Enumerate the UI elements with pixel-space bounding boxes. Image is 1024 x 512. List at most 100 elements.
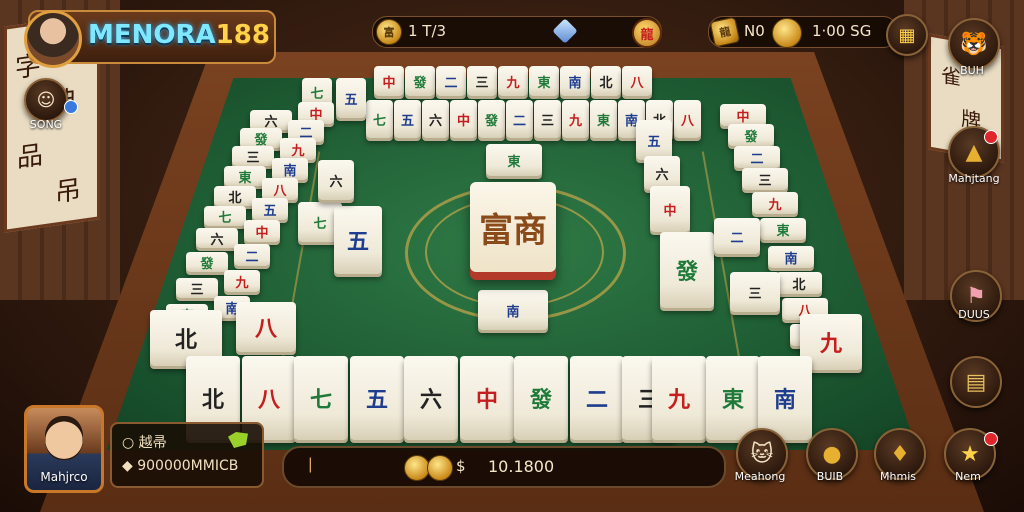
tile-glyph: 三 <box>475 75 489 91</box>
score-marker: ❘ <box>304 455 317 473</box>
tile-glyph: 二 <box>245 249 259 265</box>
mahjong-tile[interactable]: 六 <box>196 228 238 248</box>
currency-value: 1·00 SG <box>812 22 872 40</box>
mahjong-tile[interactable]: 東 <box>590 100 617 138</box>
mahjong-tile[interactable]: 八 <box>236 302 296 352</box>
mahjong-tile[interactable]: 中 <box>244 220 280 242</box>
score-coin-icon-2 <box>427 455 453 481</box>
center-dragon-tile[interactable]: 富商 <box>470 182 556 272</box>
mahjong-tile[interactable]: 南 <box>768 246 814 268</box>
score-value: 10.1800 <box>488 457 555 476</box>
mahjong-tile[interactable]: 南 <box>560 66 590 96</box>
mahjong-tile[interactable]: 七 <box>294 356 348 440</box>
notification-dot <box>984 130 998 144</box>
mahjong-tile[interactable]: 三 <box>534 100 561 138</box>
mahjong-tile[interactable]: 九 <box>562 100 589 138</box>
mahjong-tile[interactable]: 發 <box>478 100 505 138</box>
mahjong-tile[interactable]: 五 <box>394 100 421 138</box>
info-line-1: ○ 越帚 <box>122 435 167 451</box>
mahjong-tile[interactable]: 南 <box>272 158 308 180</box>
tile-glyph: 五 <box>344 92 358 108</box>
tile-glyph: 五 <box>263 203 277 219</box>
tile-glyph: 北 <box>792 277 806 293</box>
mahjong-tile[interactable]: 三 <box>467 66 497 96</box>
mahjong-tile[interactable]: 五 <box>252 198 288 220</box>
mahjong-tile[interactable]: 五 <box>636 120 672 160</box>
chip-icon <box>228 432 248 448</box>
mahjong-tile[interactable]: 三 <box>730 272 780 312</box>
mahjong-tile[interactable]: 九 <box>224 270 260 292</box>
bottom-label-3: Mhmis <box>880 470 916 483</box>
right-menu-button-1[interactable]: 🐯 <box>948 18 1000 70</box>
tile-glyph: 發 <box>529 387 552 413</box>
tile-glyph: 中 <box>255 225 269 241</box>
mahjong-tile[interactable]: 二 <box>506 100 533 138</box>
tile-glyph: 八 <box>254 316 277 342</box>
mahjong-tile[interactable]: 八 <box>262 178 298 200</box>
mahjong-tile[interactable]: 二 <box>436 66 466 96</box>
mahjong-tile[interactable]: 北 <box>214 186 256 206</box>
mahjong-tile[interactable]: 九 <box>752 192 798 214</box>
mahjong-tile[interactable]: 發 <box>186 252 228 272</box>
menu-button[interactable]: ▦ <box>886 14 928 56</box>
mahjong-tile[interactable]: 二 <box>714 218 760 254</box>
tile-glyph: 中 <box>456 113 470 129</box>
mahjong-tile[interactable]: 東 <box>486 144 542 176</box>
mahjong-tile[interactable]: 二 <box>570 356 624 440</box>
mahjong-tile[interactable]: 八 <box>622 66 652 96</box>
gold-ingot-icon: ▲ <box>965 139 983 165</box>
mahjong-tile[interactable]: 九 <box>498 66 528 96</box>
mahjong-tile[interactable]: 發 <box>514 356 568 440</box>
mahjong-tile[interactable]: 中 <box>460 356 514 440</box>
tile-glyph: 三 <box>246 150 260 166</box>
mahjong-tile[interactable]: 九 <box>280 138 316 160</box>
mahjong-tile[interactable]: 六 <box>318 160 354 200</box>
mahjong-tile[interactable]: 中 <box>374 66 404 96</box>
lucky-cat-icon: 🐱 <box>750 441 774 467</box>
mahjong-tile[interactable]: 發 <box>240 128 282 148</box>
tile-glyph: 中 <box>736 109 750 125</box>
mahjong-tile[interactable]: 五 <box>336 78 366 118</box>
mahjong-tile[interactable]: 六 <box>644 156 680 190</box>
mahjong-tile[interactable]: 九 <box>652 356 706 440</box>
mahjong-tile[interactable]: 南 <box>478 290 548 330</box>
tile-glyph: 九 <box>819 331 842 357</box>
mahjong-tile[interactable]: 北 <box>591 66 621 96</box>
mahjong-tile[interactable]: 七 <box>366 100 393 138</box>
mahjong-tile[interactable]: 二 <box>234 244 270 266</box>
mahjong-tile[interactable]: 發 <box>405 66 435 96</box>
tile-glyph: 八 <box>257 387 280 413</box>
mahjong-tile[interactable]: 東 <box>529 66 559 96</box>
tile-glyph: 東 <box>776 223 790 239</box>
mahjong-tile[interactable]: 東 <box>706 356 760 440</box>
mahjong-tile[interactable]: 二 <box>734 146 780 168</box>
mahjong-tile[interactable]: 三 <box>176 278 218 298</box>
player-avatar-top[interactable] <box>24 10 82 68</box>
left-player-avatar[interactable]: ☺ <box>24 78 68 122</box>
mahjong-tile[interactable]: 三 <box>742 168 788 190</box>
mahjong-tile[interactable]: 東 <box>760 218 806 240</box>
mahjong-tile[interactable]: 中 <box>720 104 766 126</box>
tile-glyph: 南 <box>283 163 297 179</box>
mahjong-tile[interactable]: 北 <box>776 272 822 294</box>
mahjong-tile[interactable]: 發 <box>728 124 774 146</box>
tile-glyph: 五 <box>346 229 369 255</box>
right-menu-label-2: Mahjtang <box>948 172 1000 185</box>
tile-glyph: 南 <box>568 75 582 91</box>
mahjong-tile[interactable]: 六 <box>422 100 449 138</box>
mahjong-tile[interactable]: 東 <box>224 166 266 186</box>
mahjong-tile[interactable]: 六 <box>250 110 292 130</box>
mahjong-tile[interactable]: 中 <box>650 186 690 232</box>
mahjong-tile[interactable]: 發 <box>660 232 714 308</box>
rank-badge-icon[interactable]: 龍 <box>632 18 662 48</box>
mahjong-tile[interactable]: 八 <box>674 100 701 138</box>
mahjong-tile[interactable]: 中 <box>450 100 477 138</box>
mahjong-tile[interactable]: 五 <box>334 206 382 274</box>
mahjong-tile[interactable]: 三 <box>232 146 274 166</box>
mahjong-tile[interactable]: 五 <box>350 356 404 440</box>
logo-number: 188 <box>215 20 270 50</box>
mahjong-tile[interactable]: 六 <box>404 356 458 440</box>
mahjong-tile[interactable]: 七 <box>204 206 246 226</box>
left-player-name: SONG <box>29 118 63 131</box>
right-menu-button-4[interactable]: ▤ <box>950 356 1002 408</box>
